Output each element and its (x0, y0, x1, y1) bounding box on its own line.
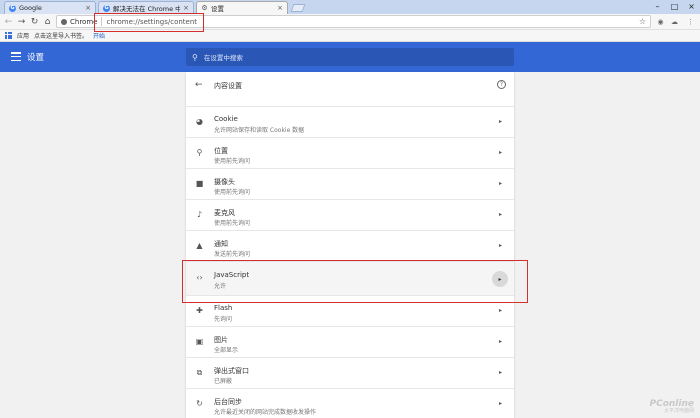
reload-icon[interactable]: ↻ (29, 16, 40, 27)
chevron-right-icon: ▸ (498, 211, 502, 218)
chevron-right-icon: ▸ (498, 118, 502, 125)
bell-icon: ▲ (196, 241, 203, 250)
chevron-right-icon: ▸ (498, 369, 502, 376)
menu-dots-icon[interactable]: ⋮ (686, 17, 695, 26)
chevron-right-icon: ▸ (498, 149, 502, 156)
tab-title: 解决无法在 Chrome 中… (113, 5, 181, 13)
sync-icon: ↻ (196, 399, 203, 408)
chevron-right-icon: ▸ (498, 338, 502, 345)
chevron-right-icon: ▸ (498, 400, 502, 407)
tab-google[interactable]: G Google × (4, 1, 96, 14)
chevron-right-icon: ▸ (498, 307, 502, 314)
setting-row-popups[interactable]: ⧉ 弹出式窗口 已屏蔽 ▸ (186, 357, 514, 388)
setting-sublabel: 全部显示 (214, 347, 239, 354)
watermark: PConline 太平洋电脑网 (650, 400, 694, 414)
maximize-icon[interactable]: □ (667, 0, 682, 12)
tab-title: 设置 (211, 5, 224, 13)
apps-icon[interactable] (5, 32, 12, 39)
new-tab-button[interactable] (290, 4, 306, 12)
close-tab-icon[interactable]: × (183, 4, 189, 12)
microphone-icon: ♪ (196, 210, 203, 219)
tab-strip: G Google × G 解决无法在 Chrome 中… × ⚙ 设置 × – … (0, 0, 700, 14)
setting-label: 图片 (214, 336, 228, 344)
import-bookmarks-prompt: 点击这里导入书签。 (34, 33, 89, 40)
location-pin-icon: ⚲ (196, 148, 203, 157)
home-icon[interactable]: ⌂ (42, 16, 53, 27)
hamburger-menu-icon[interactable] (11, 52, 21, 61)
popup-icon: ⧉ (196, 367, 203, 377)
setting-row-location[interactable]: ⚲ 位置 使用前先询问 ▸ (186, 137, 514, 168)
settings-title: 设置 (27, 53, 45, 63)
google-favicon-icon: G (103, 4, 110, 12)
setting-row-microphone[interactable]: ♪ 麦克风 使用前先询问 ▸ (186, 199, 514, 230)
setting-sublabel: 使用前先询问 (214, 158, 251, 165)
start-link[interactable]: 开始 (93, 31, 105, 40)
settings-search-input[interactable]: ⚲ 在设置中搜索 (186, 48, 514, 66)
setting-row-notifications[interactable]: ▲ 通知 发送前先询问 ▸ (186, 230, 514, 261)
chevron-right-icon: ▸ (498, 242, 502, 249)
setting-sublabel: 已屏蔽 (214, 378, 233, 385)
camera-icon: ■ (195, 179, 204, 188)
setting-row-images[interactable]: ▣ 图片 全部显示 ▸ (186, 326, 514, 357)
setting-label: 通知 (214, 240, 228, 248)
close-tab-icon[interactable]: × (277, 4, 283, 12)
setting-label: 后台同步 (214, 398, 242, 406)
setting-label: Cookie (214, 115, 238, 123)
setting-sublabel: 允许网站保存和读取 Cookie 数据 (214, 127, 305, 134)
url-highlight-box (94, 13, 204, 32)
image-icon: ▣ (195, 337, 204, 346)
close-tab-icon[interactable]: × (85, 4, 91, 12)
search-icon: ⚲ (192, 52, 198, 62)
google-favicon-icon: G (9, 4, 16, 12)
minimize-icon[interactable]: – (650, 0, 665, 12)
content-settings-card: ← 内容设置 ? ◕ Cookie 允许网站保存和读取 Cookie 数据 ▸ … (186, 72, 514, 418)
cookie-icon: ◕ (196, 117, 203, 126)
setting-sublabel: 发送前先询问 (214, 251, 251, 258)
setting-label: 摄像头 (214, 178, 235, 186)
settings-header: 设置 ⚲ 在设置中搜索 (0, 42, 700, 72)
setting-sublabel: 先询问 (214, 316, 233, 323)
setting-sublabel: 允许最近关闭的网站完成数据收发操作 (214, 409, 317, 416)
setting-label: Flash (214, 304, 233, 312)
bookmark-star-icon[interactable]: ☆ (639, 17, 646, 26)
help-icon[interactable]: ? (497, 80, 506, 89)
forward-arrow-icon[interactable]: → (16, 16, 27, 27)
close-window-icon[interactable]: × (684, 0, 699, 12)
cloud-icon[interactable]: ☁ (670, 17, 679, 26)
puzzle-icon: ✚ (196, 306, 203, 315)
card-header: ← 内容设置 ? (186, 72, 514, 100)
setting-label: 麦克风 (214, 209, 235, 217)
setting-sublabel: 使用前先询问 (214, 220, 251, 227)
setting-sublabel: 使用前先询问 (214, 189, 251, 196)
setting-row-cookie[interactable]: ◕ Cookie 允许网站保存和读取 Cookie 数据 ▸ (186, 106, 514, 137)
chrome-logo-icon (61, 18, 67, 25)
extension-icon[interactable]: ◉ (656, 17, 665, 26)
chevron-right-icon: ▸ (498, 180, 502, 187)
setting-label: 弹出式窗口 (214, 367, 249, 375)
back-arrow-icon[interactable]: ← (3, 16, 14, 27)
search-placeholder: 在设置中搜索 (203, 54, 243, 62)
setting-row-camera[interactable]: ■ 摄像头 使用前先询问 ▸ (186, 168, 514, 199)
gear-icon: ⚙ (201, 4, 208, 12)
apps-link[interactable]: 应用 (17, 31, 29, 40)
javascript-highlight-box (182, 260, 528, 303)
setting-label: 位置 (214, 147, 228, 155)
watermark-subtext: 太平洋电脑网 (663, 408, 694, 414)
tab-title: Google (19, 4, 42, 12)
back-arrow-icon[interactable]: ← (195, 80, 203, 90)
tab-settings[interactable]: ⚙ 设置 × (196, 1, 288, 14)
setting-row-background-sync[interactable]: ↻ 后台同步 允许最近关闭的网站完成数据收发操作 ▸ (186, 388, 514, 418)
card-title: 内容设置 (214, 82, 242, 90)
